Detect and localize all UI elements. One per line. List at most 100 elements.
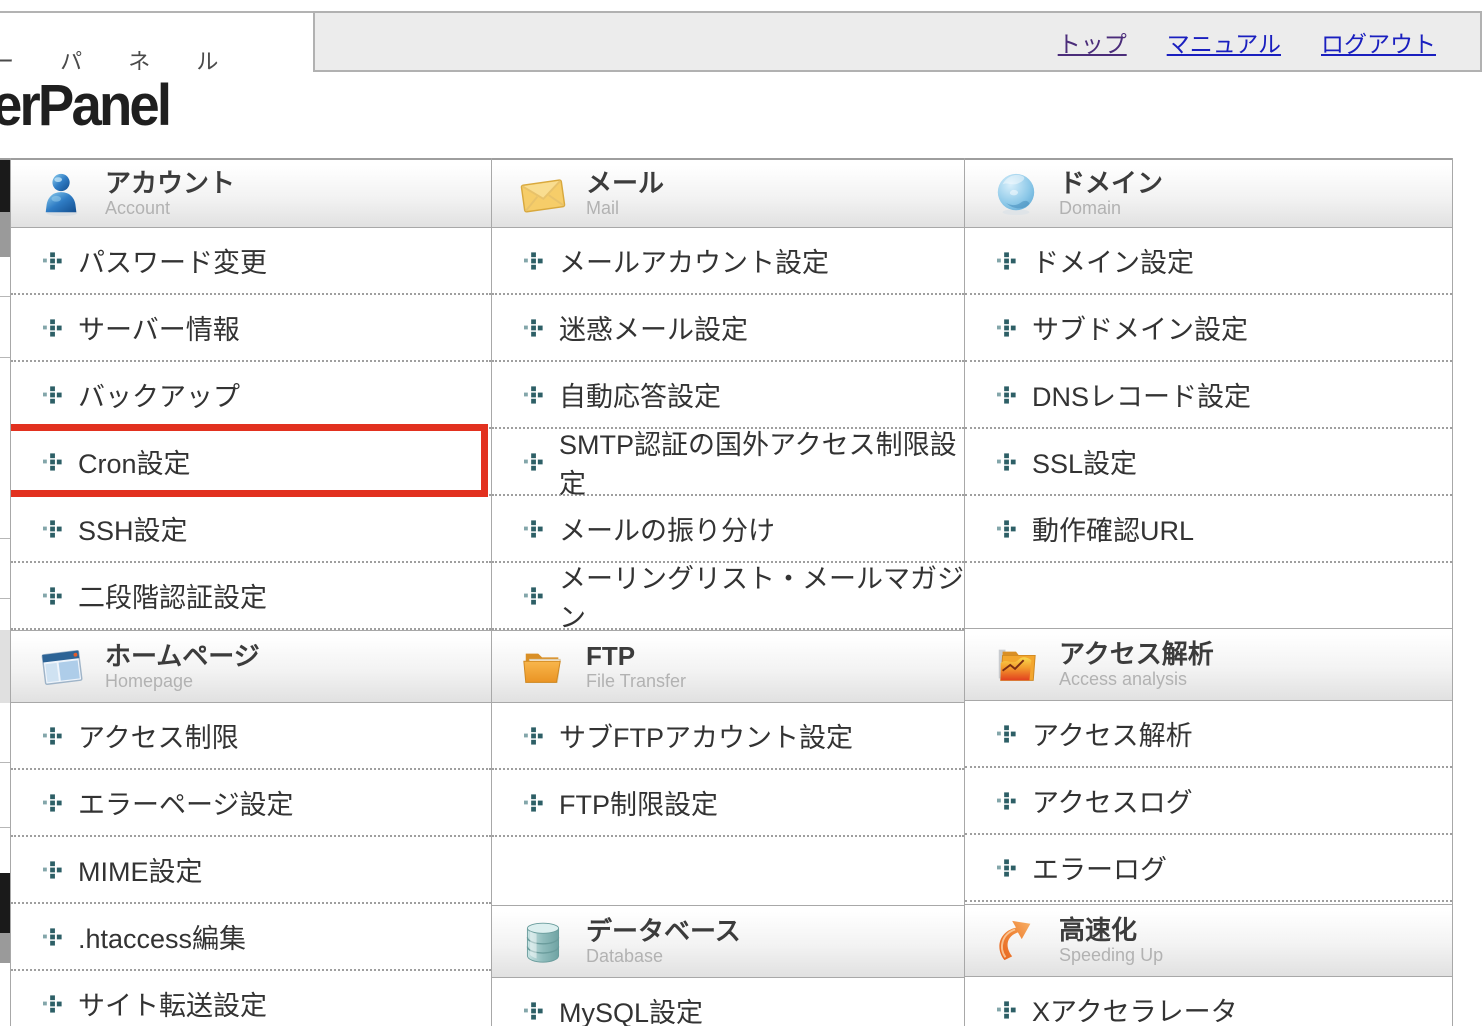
database-icon	[518, 917, 568, 967]
menu-item-ssh[interactable]: SSH設定	[11, 496, 491, 563]
arrow-bullet-icon	[43, 585, 64, 606]
section-homepage: ホームページHomepage アクセス制限 エラーページ設定 MIME設定 .h…	[11, 630, 491, 1026]
manual-link[interactable]: マニュアル	[1167, 25, 1281, 59]
section-subtitle: Access analysis	[1059, 669, 1214, 689]
section-subtitle: Database	[586, 946, 741, 966]
arrow-bullet-icon	[524, 725, 545, 746]
menu-item-access-restriction[interactable]: アクセス制限	[11, 703, 491, 770]
menu-item-label: サブFTPアカウント設定	[559, 716, 853, 755]
arrow-bullet-icon	[43, 317, 64, 338]
section-title: ドメイン	[1059, 169, 1163, 198]
menu-column-1: アカウントAccount パスワード変更 サーバー情報 バックアップ Cron設…	[11, 160, 491, 1026]
menu-item-label: エラーログ	[1032, 848, 1167, 887]
section-domain: ドメインDomain ドメイン設定 サブドメイン設定 DNSレコード設定 SSL…	[965, 160, 1452, 563]
section-subtitle: Mail	[586, 198, 664, 218]
top-nav: トップ マニュアル ログアウト	[313, 11, 1482, 72]
menu-item-sub-ftp-account[interactable]: サブFTPアカウント設定	[492, 703, 964, 770]
menu-item-label: メールの振り分け	[559, 509, 775, 548]
menu-item-subdomain-setting[interactable]: サブドメイン設定	[965, 295, 1452, 362]
menu-item-label: 動作確認URL	[1032, 509, 1194, 548]
mail-icon	[518, 169, 568, 219]
section-header-homepage: ホームページHomepage	[11, 630, 491, 703]
menu-item-url-check[interactable]: 動作確認URL	[965, 496, 1452, 563]
section-title: 高速化	[1059, 916, 1163, 945]
menu-item-ssl[interactable]: SSL設定	[965, 429, 1452, 496]
arrow-bullet-icon	[43, 993, 64, 1014]
arrow-bullet-icon	[997, 451, 1018, 472]
logo[interactable]: ー パ ネ ル erPanel	[0, 44, 238, 137]
menu-item-label: Cron設定	[78, 442, 191, 481]
section-subtitle: File Transfer	[586, 671, 686, 691]
menu-item-label: サブドメイン設定	[1032, 308, 1248, 347]
section-access-analysis: アクセス解析Access analysis アクセス解析 アクセスログ エラーロ…	[965, 628, 1452, 902]
ftp-icon	[518, 642, 568, 692]
menu-item-label: パスワード変更	[78, 241, 267, 280]
cropped-left-column	[0, 160, 10, 1026]
menu-item-label: エラーページ設定	[78, 783, 293, 822]
menu-item-dns-record[interactable]: DNSレコード設定	[965, 362, 1452, 429]
menu-item-spam-mail[interactable]: 迷惑メール設定	[492, 295, 964, 362]
top-link[interactable]: トップ	[1058, 25, 1127, 59]
menu-item-mime[interactable]: MIME設定	[11, 837, 491, 904]
section-account: アカウントAccount パスワード変更 サーバー情報 バックアップ Cron設…	[11, 160, 491, 630]
menu-item-smtp-restriction[interactable]: SMTP認証の国外アクセス制限設定	[492, 429, 964, 496]
column-border	[1452, 158, 1453, 1026]
menu-item-label: アクセス解析	[1032, 714, 1193, 753]
section-speedup: 高速化Speeding Up Xアクセラレータ	[965, 904, 1452, 1026]
menu-item-access-log[interactable]: アクセスログ	[965, 768, 1452, 835]
menu-item-two-factor-auth[interactable]: 二段階認証設定	[11, 563, 491, 630]
menu-item-site-redirect[interactable]: サイト転送設定	[11, 971, 491, 1026]
empty-cell	[492, 837, 964, 905]
menu-item-error-log[interactable]: エラーログ	[965, 835, 1452, 902]
menu-item-x-accelerator[interactable]: Xアクセラレータ	[965, 977, 1452, 1026]
menu-item-mail-account[interactable]: メールアカウント設定	[492, 228, 964, 295]
menu-item-access-analysis[interactable]: アクセス解析	[965, 701, 1452, 768]
menu-item-auto-reply[interactable]: 自動応答設定	[492, 362, 964, 429]
arrow-bullet-icon	[997, 723, 1018, 744]
menu-item-cron[interactable]: Cron設定	[11, 429, 491, 496]
arrow-bullet-icon	[524, 451, 545, 472]
account-icon	[37, 169, 87, 219]
section-header-mail: メールMail	[492, 160, 964, 228]
menu-item-label: SSL設定	[1032, 442, 1137, 481]
section-title: アカウント	[105, 169, 235, 198]
arrow-bullet-icon	[524, 250, 545, 271]
arrow-bullet-icon	[524, 317, 545, 338]
homepage-icon	[37, 642, 87, 692]
section-title: アクセス解析	[1059, 640, 1214, 669]
menu-item-label: アクセスログ	[1032, 781, 1193, 820]
section-title: メール	[586, 169, 664, 198]
arrow-bullet-icon	[997, 999, 1018, 1020]
menu-column-3: ドメインDomain ドメイン設定 サブドメイン設定 DNSレコード設定 SSL…	[965, 160, 1452, 1026]
section-mail: メールMail メールアカウント設定 迷惑メール設定 自動応答設定 SMTP認証…	[492, 160, 964, 630]
menu-item-error-page[interactable]: エラーページ設定	[11, 770, 491, 837]
menu-item-ftp-restriction[interactable]: FTP制限設定	[492, 770, 964, 837]
arrow-bullet-icon	[43, 725, 64, 746]
menu-item-label: アクセス制限	[78, 716, 239, 755]
menu-item-label: SSH設定	[78, 509, 188, 548]
arrow-bullet-icon	[524, 384, 545, 405]
menu-item-password-change[interactable]: パスワード変更	[11, 228, 491, 295]
arrow-bullet-icon	[43, 518, 64, 539]
menu-item-domain-setting[interactable]: ドメイン設定	[965, 228, 1452, 295]
section-header-speedup: 高速化Speeding Up	[965, 904, 1452, 977]
menu-item-mail-filtering[interactable]: メールの振り分け	[492, 496, 964, 563]
arrow-bullet-icon	[997, 857, 1018, 878]
menu-item-server-info[interactable]: サーバー情報	[11, 295, 491, 362]
logout-link[interactable]: ログアウト	[1321, 25, 1436, 59]
menu-item-mailing-list[interactable]: メーリングリスト・メールマガジン	[492, 563, 964, 630]
arrow-bullet-icon	[524, 585, 545, 606]
menu-item-mysql[interactable]: MySQL設定	[492, 978, 964, 1026]
server-panel-page: { "logo": { "kana": "ー パ ネ ル", "text": "…	[0, 0, 1482, 1026]
menu-item-htaccess-edit[interactable]: .htaccess編集	[11, 904, 491, 971]
menu-item-backup[interactable]: バックアップ	[11, 362, 491, 429]
menu-item-label: メーリングリスト・メールマガジン	[559, 557, 964, 635]
section-subtitle: Account	[105, 198, 235, 218]
logo-kana-text: ー パ ネ ル	[0, 44, 238, 76]
menu-item-label: 自動応答設定	[559, 375, 721, 414]
section-header-ftp: FTPFile Transfer	[492, 630, 964, 703]
arrow-bullet-icon	[43, 451, 64, 472]
menu-item-label: MySQL設定	[559, 991, 703, 1026]
menu-item-label: ドメイン設定	[1032, 241, 1194, 280]
section-header-domain: ドメインDomain	[965, 160, 1452, 228]
